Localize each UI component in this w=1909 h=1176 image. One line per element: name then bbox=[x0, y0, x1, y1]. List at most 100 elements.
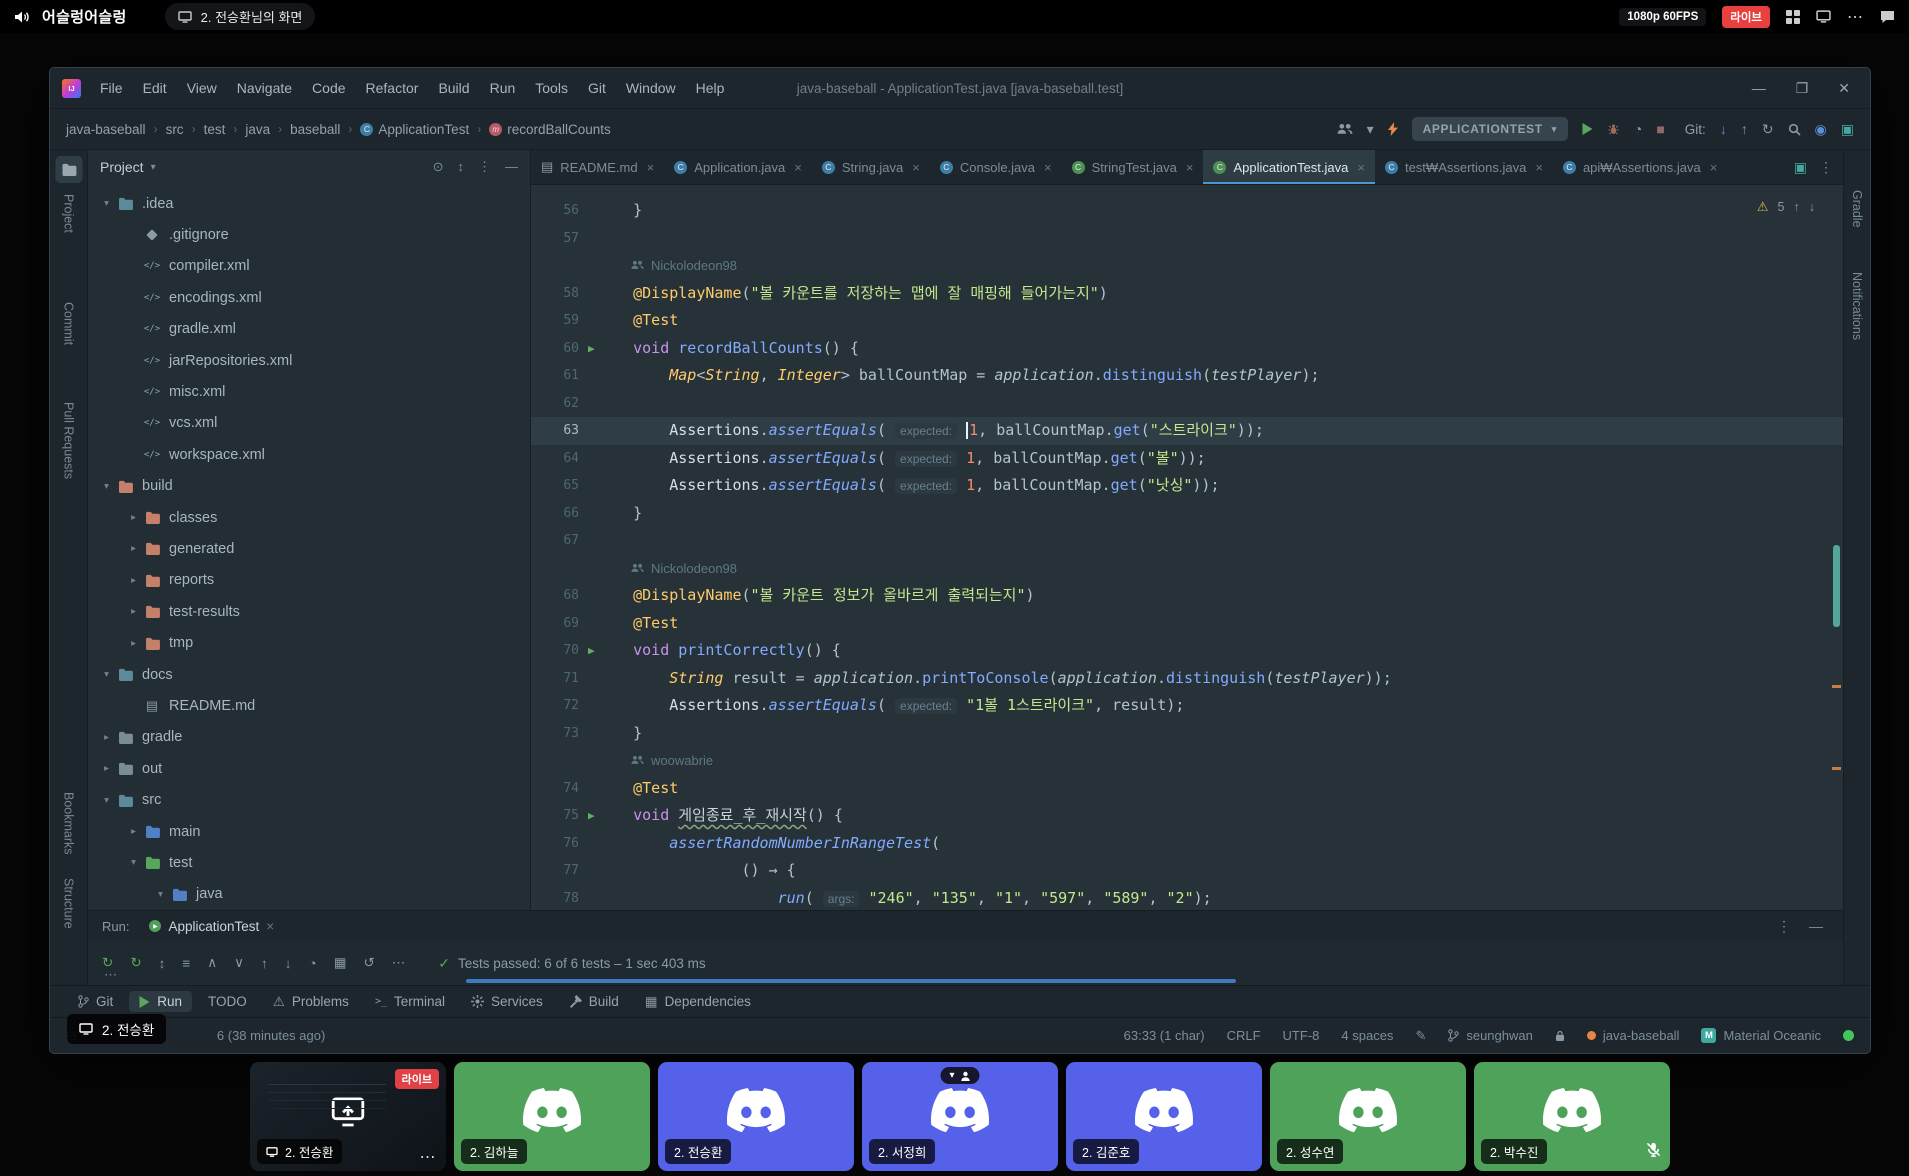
bottom-tool-todo[interactable]: TODO bbox=[198, 991, 257, 1012]
close-icon[interactable]: × bbox=[1357, 160, 1365, 175]
hide-panel-icon[interactable]: — bbox=[1809, 918, 1823, 935]
project-panel-title[interactable]: Project bbox=[100, 159, 144, 175]
chat-icon[interactable] bbox=[1880, 10, 1895, 24]
close-icon[interactable]: × bbox=[912, 160, 920, 175]
code-line[interactable]: 72 Assertions.assertEquals( expected: "1… bbox=[531, 692, 1843, 720]
code-line[interactable]: 74 @Test bbox=[531, 775, 1843, 803]
tree-item-main[interactable]: ▸main bbox=[88, 816, 530, 847]
previous-icon[interactable]: ↑ bbox=[261, 956, 268, 971]
users-icon[interactable] bbox=[1337, 123, 1353, 135]
tree-item-docs[interactable]: ▾docs bbox=[88, 659, 530, 690]
tool-strip-item-commit[interactable]: Commit bbox=[62, 302, 76, 345]
code-line[interactable]: 58 @DisplayName("볼 카운트를 저장하는 맵에 잘 매핑해 들어… bbox=[531, 280, 1843, 308]
tab-String.java[interactable]: CString.java× bbox=[812, 150, 930, 184]
tool-strip-item-project[interactable]: Project bbox=[62, 194, 76, 233]
tool-strip-item-gradle[interactable]: Gradle bbox=[1850, 190, 1864, 228]
monitor-icon[interactable] bbox=[1816, 10, 1831, 23]
tab-ApplicationTest.java[interactable]: CApplicationTest.java× bbox=[1203, 150, 1375, 184]
tree-item-reports[interactable]: ▸reports bbox=[88, 565, 530, 596]
code-line[interactable]: 64 Assertions.assertEquals( expected: 1,… bbox=[531, 445, 1843, 473]
tab-README.md[interactable]: ▤README.md× bbox=[531, 150, 664, 184]
tree-item-README.md[interactable]: ▤README.md bbox=[88, 690, 530, 721]
participant-tile-4[interactable]: 2. 서정희▾ bbox=[862, 1062, 1058, 1171]
close-icon[interactable]: × bbox=[266, 919, 274, 934]
menu-git[interactable]: Git bbox=[579, 76, 615, 100]
run-line-button[interactable]: ▶ bbox=[588, 802, 595, 830]
breadcrumb-item-java[interactable]: java bbox=[245, 122, 270, 137]
tool-strip-item-pull-requests[interactable]: Pull Requests bbox=[62, 402, 76, 479]
tab-Console.java[interactable]: CConsole.java× bbox=[930, 150, 1062, 184]
more-icon[interactable]: ⋯ bbox=[392, 955, 406, 971]
sort-icon[interactable]: ↕ bbox=[159, 956, 166, 971]
code-line[interactable]: 76 assertRandomNumberInRangeTest( bbox=[531, 830, 1843, 858]
run-line-button[interactable]: ▶ bbox=[588, 637, 595, 665]
search-button[interactable] bbox=[1788, 123, 1801, 136]
participant-tile-3[interactable]: 2. 전승환 bbox=[658, 1062, 854, 1171]
participant-tile-7[interactable]: 2. 박수진 bbox=[1474, 1062, 1670, 1171]
author-annotation-row[interactable]: Nickolodeon98 bbox=[531, 252, 1843, 280]
tree-item-build[interactable]: ▾build bbox=[88, 471, 530, 502]
code-line[interactable]: 69 @Test bbox=[531, 610, 1843, 638]
tab-test₩Assertions.java[interactable]: Ctest₩Assertions.java× bbox=[1375, 150, 1553, 184]
run-button[interactable] bbox=[1582, 123, 1593, 135]
more-icon[interactable]: ⋯ bbox=[420, 1147, 438, 1167]
tab-api₩Assertions.java[interactable]: Capi₩Assertions.java× bbox=[1553, 150, 1727, 184]
history-icon[interactable]: ◔ bbox=[309, 956, 317, 971]
bottom-tool-terminal[interactable]: >_Terminal bbox=[365, 991, 455, 1012]
menu-code[interactable]: Code bbox=[303, 76, 354, 100]
bottom-tool-git[interactable]: Git bbox=[68, 991, 123, 1012]
close-icon[interactable]: × bbox=[1710, 160, 1718, 175]
collapse-icon[interactable]: ∨ bbox=[234, 955, 244, 971]
code-editor[interactable]: ⚠ 5 ↑ ↓ 56 }57Nickolodeon9858 @DisplayNa… bbox=[531, 185, 1843, 910]
tree-item-src[interactable]: ▾src bbox=[88, 784, 530, 815]
code-line[interactable]: 61 Map<String, Integer> ballCountMap = a… bbox=[531, 362, 1843, 390]
tree-item-.gitignore[interactable]: .gitignore bbox=[88, 219, 530, 250]
rollback-icon[interactable]: ↺ bbox=[363, 955, 374, 971]
profiler-button[interactable]: ◔ bbox=[1634, 121, 1642, 137]
tree-item-java[interactable]: ▾java bbox=[88, 879, 530, 910]
code-line[interactable]: 77 () → { bbox=[531, 857, 1843, 885]
participant-tile-6[interactable]: 2. 성수연 bbox=[1270, 1062, 1466, 1171]
close-icon[interactable]: × bbox=[794, 160, 802, 175]
coverage-icon[interactable]: ▦ bbox=[334, 955, 347, 971]
tree-item-test[interactable]: ▾test bbox=[88, 847, 530, 878]
code-line[interactable]: 73 } bbox=[531, 720, 1843, 748]
code-line[interactable]: 59 @Test bbox=[531, 307, 1843, 335]
tree-item-encodings.xml[interactable]: </>encodings.xml bbox=[88, 282, 530, 313]
tree-item-gradle[interactable]: ▸gradle bbox=[88, 722, 530, 753]
close-icon[interactable]: × bbox=[647, 160, 655, 175]
bottom-tool-run[interactable]: Run bbox=[129, 991, 192, 1012]
code-line[interactable]: 66 } bbox=[531, 500, 1843, 528]
menu-file[interactable]: File bbox=[91, 76, 132, 100]
menu-window[interactable]: Window bbox=[617, 76, 685, 100]
tree-item-.idea[interactable]: ▾.idea bbox=[88, 188, 530, 219]
code-line[interactable]: 75▶ void 게임종료_후_재시작() { bbox=[531, 802, 1843, 830]
run-line-button[interactable]: ▶ bbox=[588, 335, 595, 363]
code-line[interactable]: 60▶ void recordBallCounts() { bbox=[531, 335, 1843, 363]
lock-icon[interactable] bbox=[1555, 1030, 1565, 1042]
tree-item-compiler.xml[interactable]: </>compiler.xml bbox=[88, 251, 530, 282]
code-line[interactable]: 70▶ void printCorrectly() { bbox=[531, 637, 1843, 665]
tree-item-misc.xml[interactable]: </>misc.xml bbox=[88, 376, 530, 407]
tool-strip-item-project-icon[interactable] bbox=[55, 156, 82, 183]
update-project-button[interactable]: ↓ bbox=[1720, 121, 1727, 137]
panel-options-icon[interactable]: ⋮ bbox=[1777, 918, 1791, 935]
menu-edit[interactable]: Edit bbox=[134, 76, 176, 100]
panel-options-icon[interactable]: ⋮ bbox=[478, 159, 491, 175]
close-icon[interactable]: × bbox=[1044, 160, 1052, 175]
bolt-icon[interactable] bbox=[1388, 122, 1398, 136]
minimize-button[interactable]: — bbox=[1752, 80, 1766, 97]
locate-icon[interactable]: ⊙ bbox=[433, 159, 444, 175]
code-line[interactable]: 67 bbox=[531, 527, 1843, 555]
breadcrumb-item-baseball[interactable]: baseball bbox=[290, 122, 340, 137]
theme-widget[interactable]: MMaterial Oceanic bbox=[1701, 1028, 1821, 1043]
maximize-button[interactable]: ❐ bbox=[1796, 80, 1809, 97]
author-annotation-row[interactable]: Nickolodeon98 bbox=[531, 555, 1843, 583]
author-annotation-row[interactable]: woowabrie bbox=[531, 747, 1843, 775]
close-button[interactable]: ✕ bbox=[1838, 80, 1850, 97]
tab-Application.java[interactable]: CApplication.java× bbox=[664, 150, 812, 184]
close-icon[interactable]: × bbox=[1186, 160, 1194, 175]
tree-item-test-results[interactable]: ▸test-results bbox=[88, 596, 530, 627]
bottom-tool-build[interactable]: Build bbox=[559, 991, 629, 1012]
breadcrumb-item-test[interactable]: test bbox=[204, 122, 226, 137]
